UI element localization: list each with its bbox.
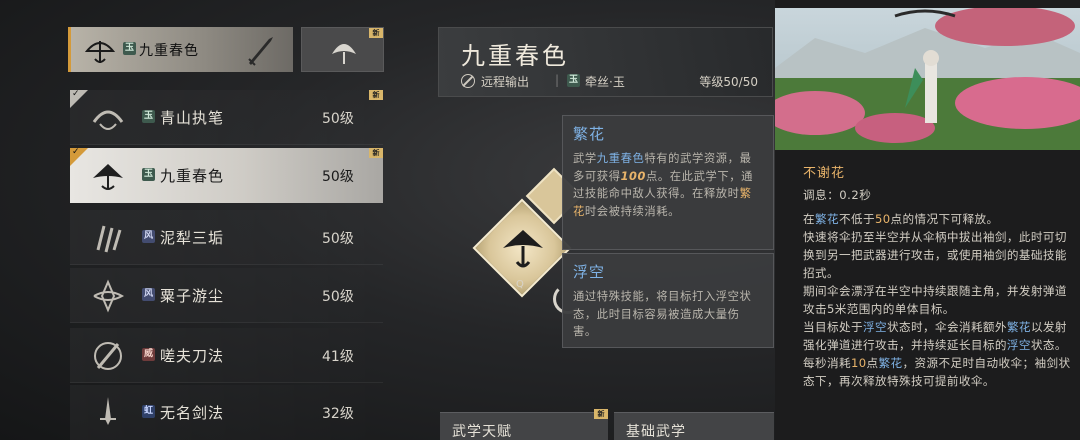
skill-path: 牵丝·玉 (585, 75, 625, 89)
skill-name: 粟子游尘 (160, 287, 225, 305)
new-badge: 新 (594, 409, 608, 419)
path-tag: 威 (142, 348, 155, 361)
path-tag: 玉 (567, 74, 580, 87)
skill-row[interactable]: 风 泥犁三垢 50级 (70, 210, 383, 265)
path-tag: 玉 (142, 168, 155, 181)
sword-icon (248, 37, 273, 66)
skill-name: 青山执笔 (160, 109, 225, 127)
skill-level: 50级 (322, 111, 354, 127)
skill-row[interactable]: 风 粟子游尘 50级 (70, 268, 383, 323)
path-tag: 玉 (142, 110, 155, 123)
skill-row[interactable]: ✓ 玉 青山执笔 50级 新 (70, 89, 383, 145)
skill-preview-image (775, 8, 1080, 150)
tooltip-title: 浮空 (573, 263, 606, 281)
skill-level: 50级 (322, 231, 354, 247)
skill-row[interactable]: 威 嗟夫刀法 41级 (70, 328, 383, 383)
path-tag: 风 (142, 230, 155, 243)
path-tag: 虹 (142, 405, 155, 418)
weapon-slot[interactable]: 新 (301, 27, 384, 72)
tooltip-title: 繁花 (573, 125, 606, 143)
brush-skill-icon (92, 110, 124, 130)
cast-time: 调息：0.2秒 (803, 188, 872, 202)
ranged-icon (461, 74, 475, 88)
skill-hotkey: Q (516, 279, 524, 290)
umbrella-skill-icon (93, 164, 123, 190)
equipped-skill-name: 九重春色 (139, 43, 199, 59)
sword-skill-icon (100, 397, 116, 425)
new-badge: 新 (369, 148, 383, 158)
skill-level: 50级 (322, 289, 354, 305)
tab-talents[interactable]: 武学天赋 新 (440, 409, 608, 440)
path-tag: 风 (142, 288, 155, 301)
umbrella-skill-icon (503, 230, 543, 268)
check-icon: ✓ (72, 147, 80, 157)
new-badge: 新 (369, 28, 383, 38)
equipped-skill-bar[interactable]: 玉 九重春色 (68, 27, 293, 72)
skill-name: 无名剑法 (160, 404, 225, 422)
skill-name: 泥犁三垢 (160, 229, 225, 247)
path-tag: 玉 (123, 42, 136, 55)
tab-label: 基础武学 (626, 424, 686, 440)
skill-level: 41级 (322, 349, 354, 365)
tooltip-text: 武学九重春色特有的武学资源，最多可获得100点。在此武学下，通过技能命中敌人获得… (573, 152, 754, 218)
skill-level: 32级 (322, 406, 354, 422)
ability-name: 不谢花 (803, 166, 846, 181)
skill-detail-header: 九重春色 远程输出 | 玉 牵丝·玉 等级50/50 (438, 27, 773, 97)
tab-label: 武学天赋 (452, 424, 512, 440)
tooltip-fanhua: 繁花 武学九重春色特有的武学资源，最多可获得100点。在此武学下，通过技能命中敌… (562, 115, 774, 250)
claw-skill-icon (96, 225, 122, 253)
fan-icon (332, 44, 356, 64)
tab-basic-skills[interactable]: 基础武学 (614, 412, 774, 440)
tooltip-fukong: 浮空 通过特殊技能，将目标打入浮空状态，此时目标容易被造成大量伤害。 (562, 253, 774, 348)
skill-row[interactable]: 虹 无名剑法 32级 (70, 385, 383, 440)
skill-role: 远程输出 (481, 75, 530, 89)
blade-skill-icon (94, 342, 122, 370)
skill-name: 九重春色 (160, 167, 225, 185)
ability-description: 在繁花不低于50点的情况下可释放。 快速将伞扔至半空并从伞柄中拔出袖剑，此时可切… (803, 212, 1071, 388)
divider: | (555, 73, 560, 87)
skill-level-display: 等级50/50 (699, 75, 758, 89)
skill-row-selected[interactable]: ✓ 玉 九重春色 50级 新 (70, 147, 383, 203)
check-icon: ✓ (72, 89, 80, 99)
tooltip-text: 通过特殊技能，将目标打入浮空状态，此时目标容易被造成大量伤害。 (573, 290, 752, 338)
umbrella-icon (84, 41, 116, 63)
skill-name: 嗟夫刀法 (160, 347, 225, 365)
lotus-skill-icon (93, 279, 125, 313)
skill-level: 50级 (322, 169, 354, 185)
skill-title: 九重春色 (461, 42, 569, 70)
new-badge: 新 (369, 90, 383, 100)
